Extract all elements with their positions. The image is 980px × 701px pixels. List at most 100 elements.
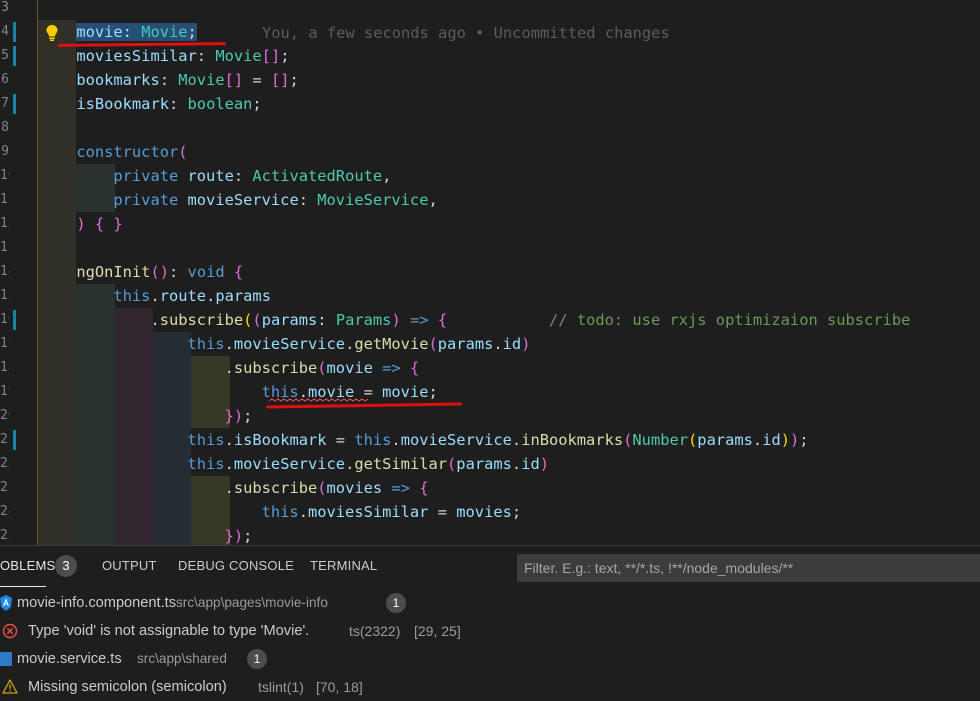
code-token: { bbox=[419, 479, 429, 497]
problem-position: [29, 25] bbox=[414, 623, 461, 639]
tab-output[interactable]: OUTPUT bbox=[102, 558, 157, 573]
code-token: subscribe bbox=[233, 359, 318, 377]
line-number: 21 bbox=[0, 432, 9, 447]
problem-code: ts(2322) bbox=[349, 623, 401, 639]
code-token: private bbox=[76, 167, 188, 185]
panel-tabs: OBLEMS 3 OUTPUT DEBUG CONSOLE TERMINAL bbox=[0, 546, 510, 588]
code-token: params bbox=[697, 431, 753, 449]
code-token: params bbox=[215, 287, 271, 305]
code-token: ; bbox=[289, 71, 299, 89]
code-token: }) bbox=[224, 407, 244, 425]
lightbulb-icon[interactable] bbox=[45, 24, 59, 42]
code-token: . bbox=[493, 335, 503, 353]
code-line[interactable]: moviesSimilar: Movie[]; bbox=[76, 44, 289, 68]
code-token: Number bbox=[632, 431, 689, 449]
code-token: ) bbox=[521, 335, 531, 353]
code-line[interactable]: }); bbox=[76, 524, 253, 545]
code-token: : bbox=[317, 311, 336, 329]
problem-message: Type 'void' is not assignable to type 'M… bbox=[28, 623, 310, 639]
code-line[interactable]: this.route.params bbox=[76, 284, 271, 308]
code-line[interactable]: .subscribe(movies => { bbox=[76, 476, 429, 500]
code-token: this bbox=[354, 431, 392, 449]
code-token: movie bbox=[382, 383, 429, 401]
code-line[interactable]: this.isBookmark = this.movieService.inBo… bbox=[76, 428, 809, 452]
tab-terminal[interactable]: TERMINAL bbox=[310, 558, 377, 573]
git-modified-indicator bbox=[13, 310, 16, 330]
code-token: . bbox=[76, 359, 234, 377]
code-token: ( bbox=[447, 455, 457, 473]
code-line[interactable]: this.moviesSimilar = movies; bbox=[76, 500, 522, 524]
code-token: boolean bbox=[187, 95, 253, 113]
angular-component-icon bbox=[0, 595, 12, 611]
git-modified-indicator bbox=[13, 430, 16, 450]
code-line[interactable]: private movieService: MovieService, bbox=[76, 188, 437, 212]
indent-guide bbox=[38, 476, 77, 500]
code-token: getSimilar bbox=[354, 455, 448, 473]
code-token: ; bbox=[511, 503, 522, 521]
code-line[interactable]: this.movieService.getSimilar(params.id) bbox=[76, 452, 550, 476]
code-line[interactable]: ) { } bbox=[76, 212, 122, 236]
line-number: 25 bbox=[0, 528, 9, 543]
line-number: 14 bbox=[0, 264, 9, 279]
indent-guide bbox=[38, 404, 77, 428]
code-token: this bbox=[76, 335, 225, 353]
code-token: ( bbox=[317, 479, 327, 497]
code-token: => bbox=[372, 359, 410, 377]
code-token: isBookmark bbox=[233, 431, 327, 449]
problems-filter-input[interactable]: Filter. E.g.: text, **/*.ts, !**/node_mo… bbox=[517, 554, 980, 582]
git-modified-indicator bbox=[13, 22, 16, 42]
indent-guide bbox=[38, 332, 77, 356]
indent-guide bbox=[38, 524, 77, 545]
line-number: 3 bbox=[1, 0, 9, 15]
tab-problems[interactable]: OBLEMS bbox=[0, 558, 55, 573]
code-token: id bbox=[521, 455, 540, 473]
indent-guide bbox=[38, 380, 77, 404]
code-line[interactable]: this.movie = movie; bbox=[76, 380, 438, 404]
indent-guide bbox=[38, 188, 77, 212]
tab-debug-console[interactable]: DEBUG CONSOLE bbox=[178, 558, 294, 573]
code-token: . bbox=[224, 335, 234, 353]
code-line[interactable]: movie: Movie; bbox=[76, 20, 197, 44]
code-area[interactable]: movie: Movie; moviesSimilar: Movie[]; book… bbox=[38, 0, 980, 545]
code-token: this bbox=[76, 503, 299, 521]
code-token: Params bbox=[335, 311, 392, 329]
code-token: : bbox=[169, 263, 188, 281]
code-token: ( bbox=[428, 335, 438, 353]
code-token: . bbox=[298, 503, 308, 521]
code-token: => bbox=[400, 311, 438, 329]
indent-guide bbox=[38, 44, 77, 68]
code-token: . bbox=[345, 335, 355, 353]
code-token: movie bbox=[76, 23, 123, 41]
line-number: 4 bbox=[1, 24, 9, 39]
code-token: () bbox=[150, 263, 169, 281]
problem-file-count: 1 bbox=[386, 593, 406, 613]
code-token: movie bbox=[326, 359, 373, 377]
code-line[interactable]: }); bbox=[76, 404, 253, 428]
code-editor[interactable]: 345678910111213141516171819202122232425 … bbox=[0, 0, 980, 545]
code-token: ngOnInit bbox=[76, 263, 151, 281]
code-line[interactable]: ngOnInit(): void { bbox=[76, 260, 243, 284]
code-line[interactable]: private route: ActivatedRoute, bbox=[76, 164, 391, 188]
problem-code: tslint(1) bbox=[258, 679, 304, 695]
line-number: 5 bbox=[1, 48, 9, 63]
code-line[interactable]: isBookmark: boolean; bbox=[76, 92, 261, 116]
code-token: : bbox=[298, 191, 318, 209]
indent-guide bbox=[38, 500, 77, 524]
code-line[interactable]: this.movieService.getMovie(params.id) bbox=[76, 332, 531, 356]
code-line[interactable]: bookmarks: Movie[] = []; bbox=[76, 68, 298, 92]
code-token: Movie bbox=[141, 23, 188, 41]
error-squiggle bbox=[269, 398, 369, 402]
bottom-panel: OBLEMS 3 OUTPUT DEBUG CONSOLE TERMINAL F… bbox=[0, 545, 980, 695]
code-line[interactable]: .subscribe((params: Params) => { // todo… bbox=[76, 308, 910, 332]
code-token: constructor bbox=[76, 143, 179, 161]
line-number: 8 bbox=[1, 120, 9, 135]
code-token: Movie bbox=[215, 47, 262, 65]
code-line[interactable]: .subscribe(movie => { bbox=[76, 356, 420, 380]
code-line[interactable]: constructor( bbox=[76, 140, 187, 164]
line-number: 10 bbox=[0, 168, 9, 183]
code-token: = bbox=[326, 431, 355, 449]
code-token: { } bbox=[94, 215, 123, 233]
code-token: }) bbox=[224, 527, 244, 545]
indent-guide bbox=[38, 212, 77, 236]
